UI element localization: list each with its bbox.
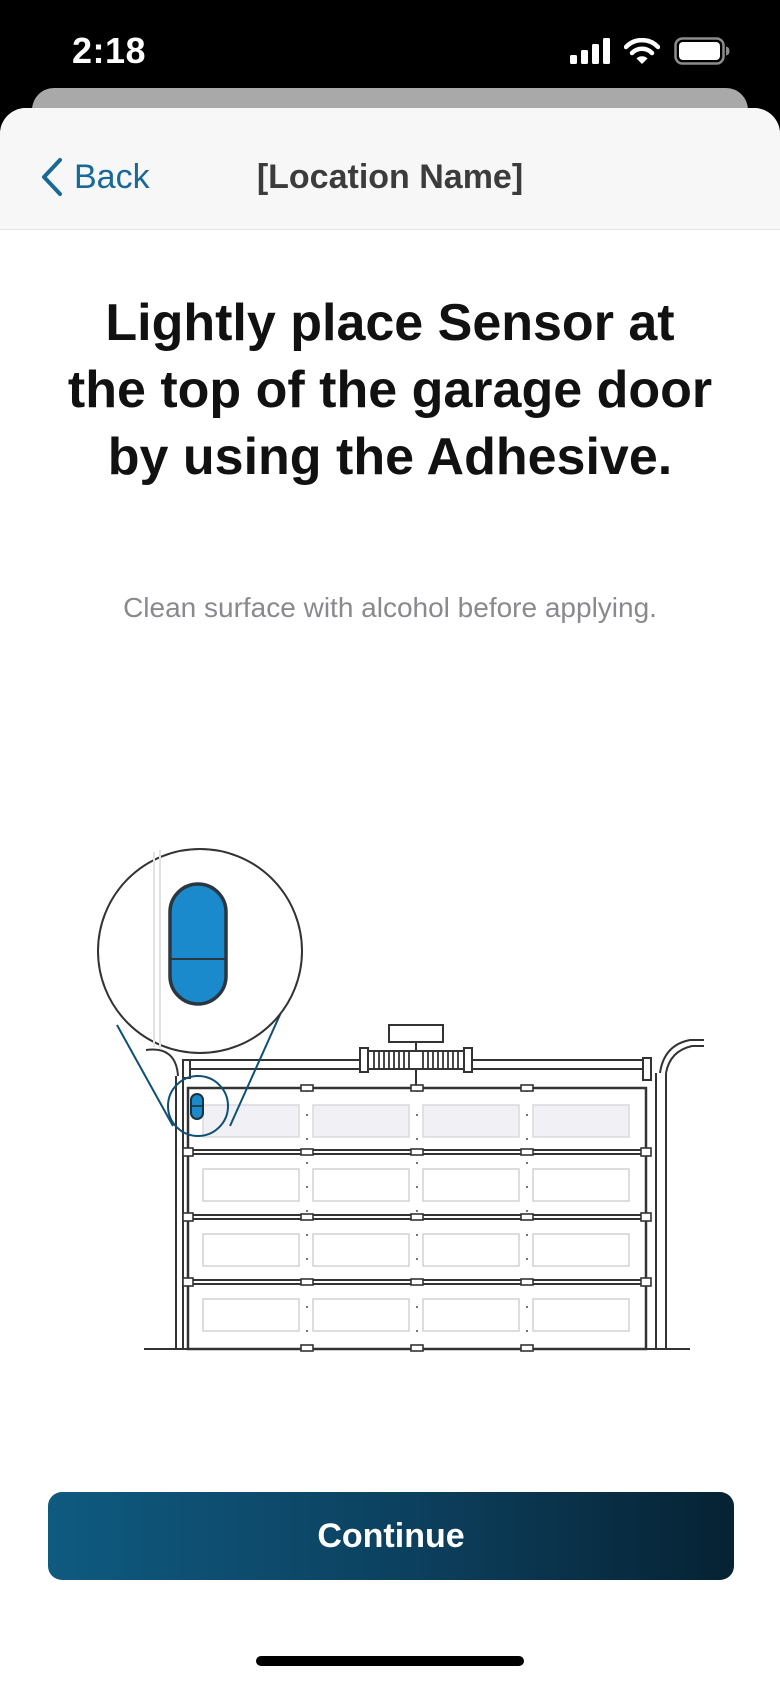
battery-icon [674, 37, 730, 65]
continue-button[interactable]: Continue [48, 1492, 734, 1580]
status-icons [570, 34, 730, 68]
instruction-subtitle: Clean surface with alcohol before applyi… [123, 592, 657, 623]
status-time: 2:18 [72, 30, 147, 71]
page-title: [Location Name] [256, 158, 524, 196]
cellular-signal-icon [570, 38, 610, 64]
home-indicator [256, 1656, 524, 1666]
garage-door-illustration [97, 848, 704, 1352]
navigation-bar: Back [Location Name] [0, 108, 780, 230]
wifi-icon [624, 37, 660, 64]
modal-sheet: Back [Location Name] Lightly place Senso… [0, 108, 780, 1688]
instruction-headline: Lightly place Sensor at the top of the g… [67, 294, 713, 486]
